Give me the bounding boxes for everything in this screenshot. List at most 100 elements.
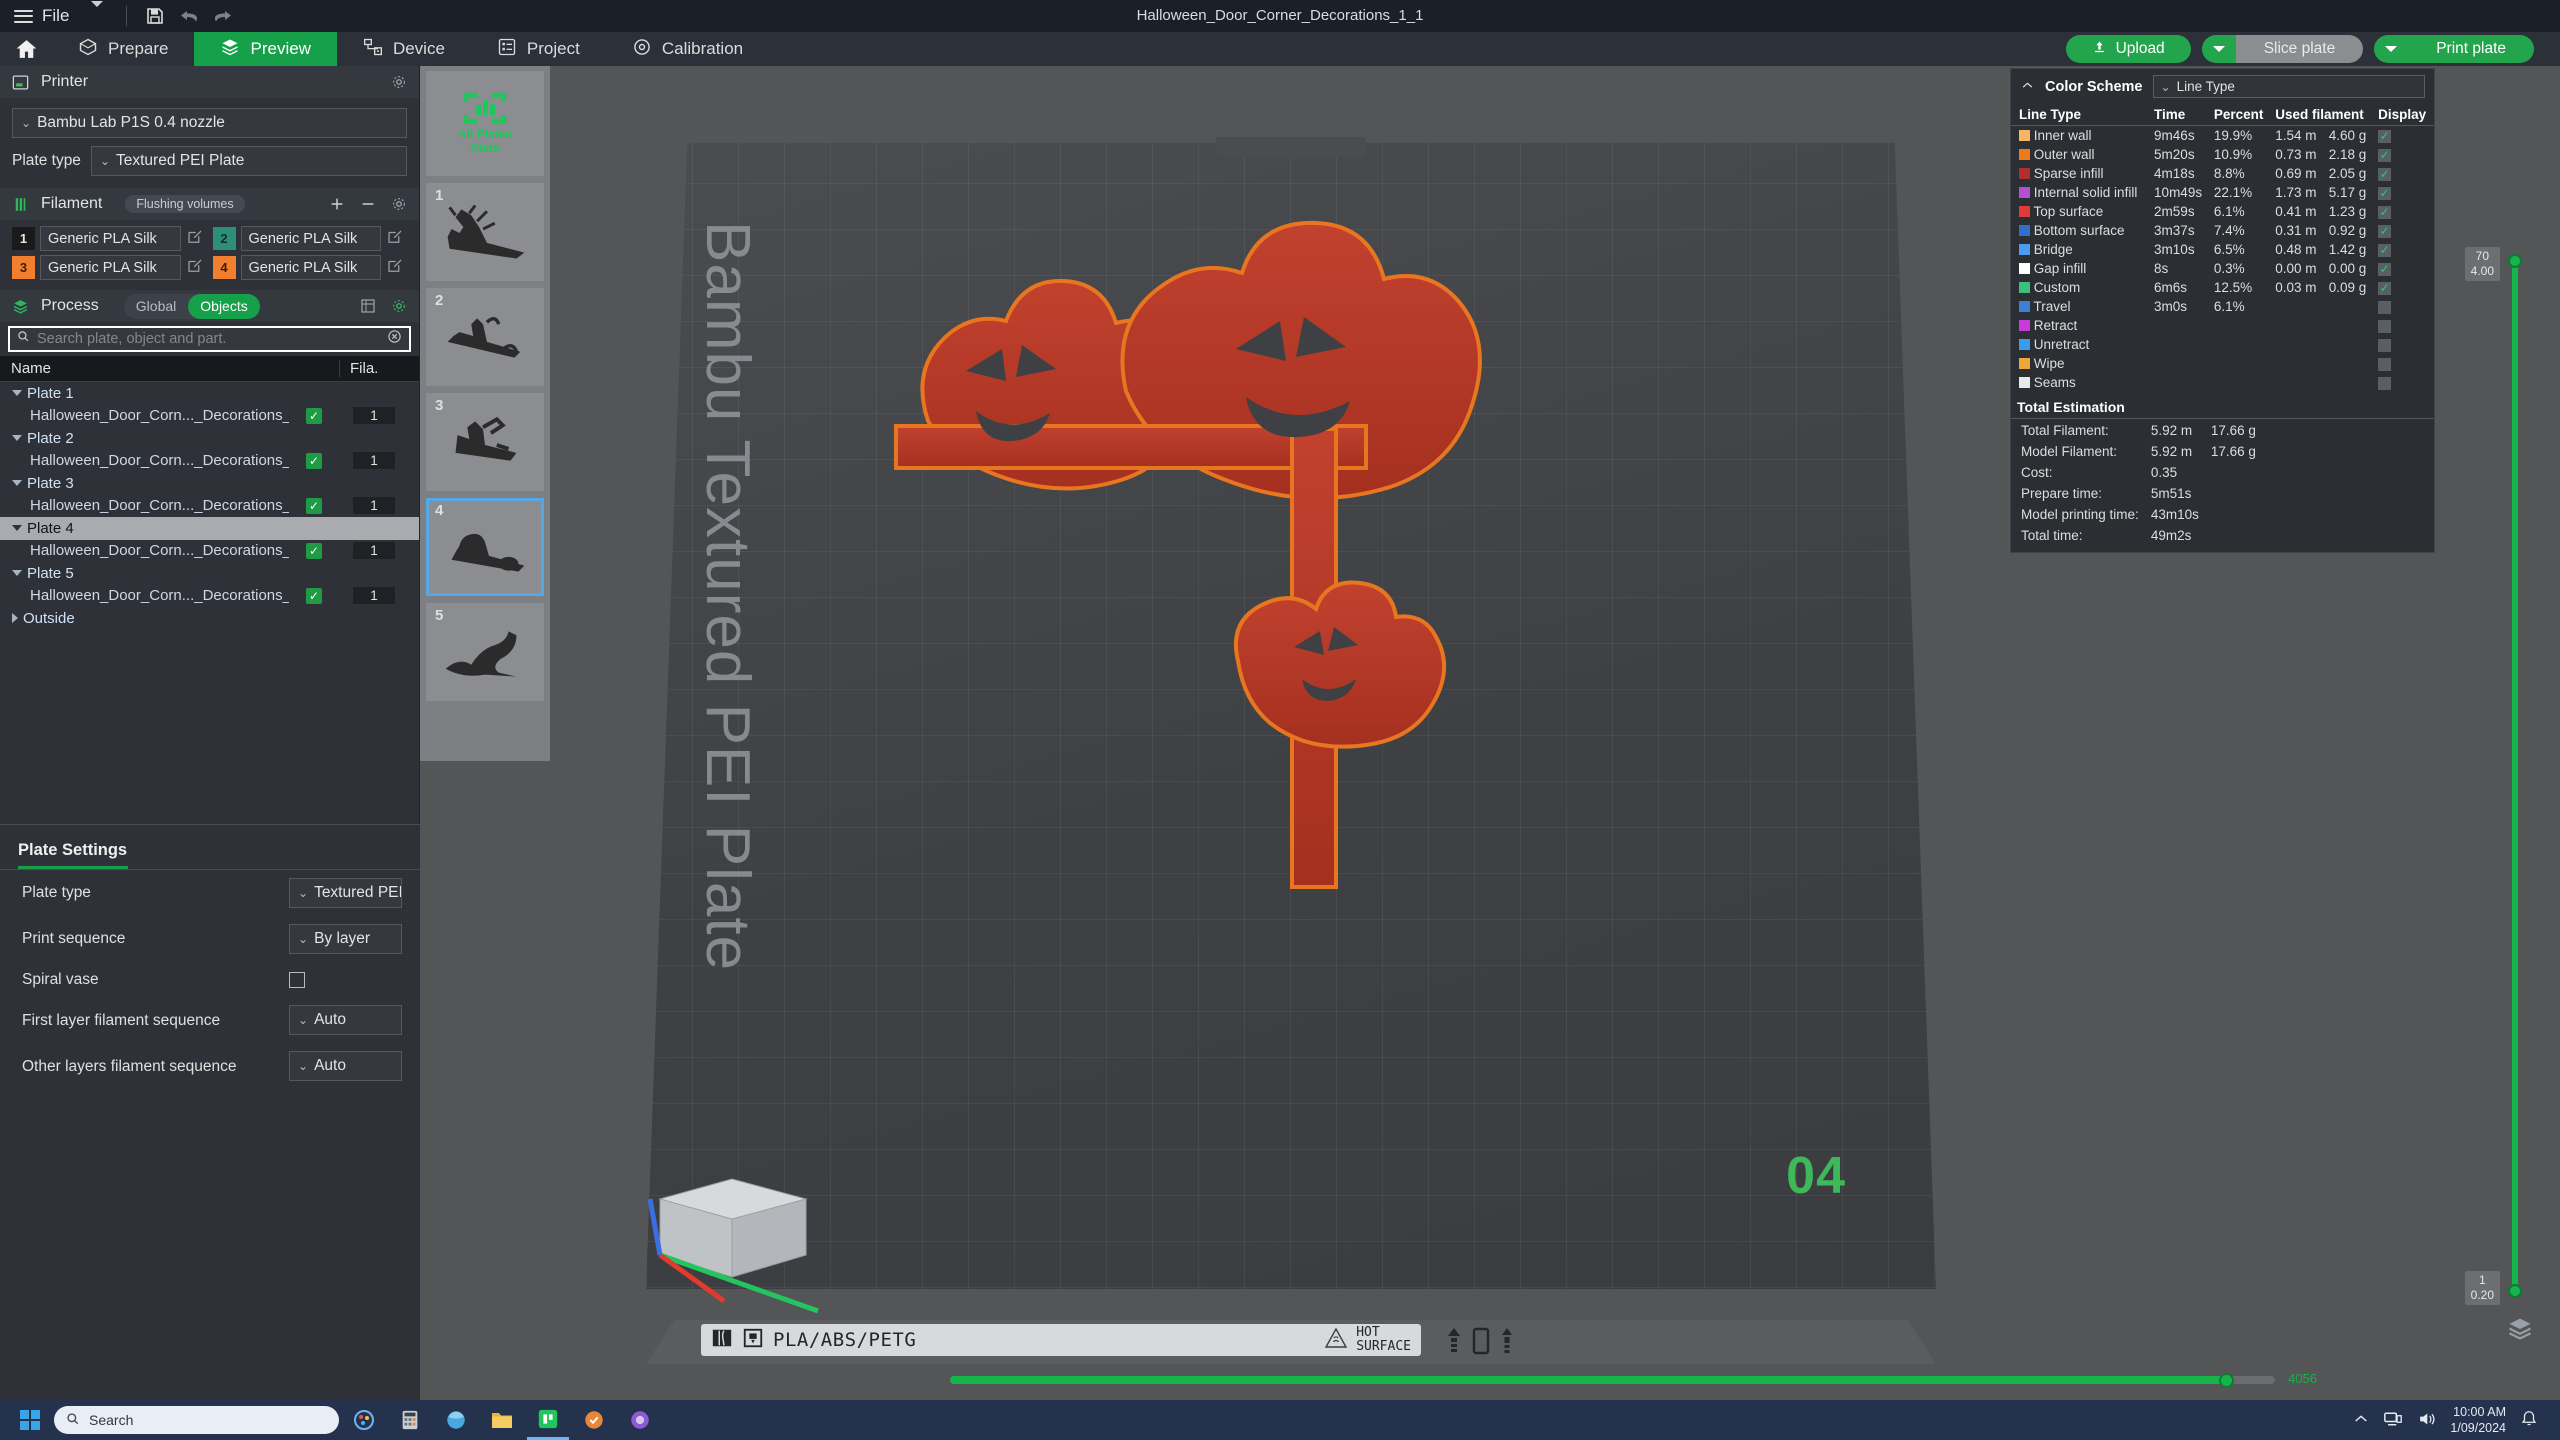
tab-device[interactable]: Device xyxy=(337,32,471,66)
legend-row[interactable]: Wipe ✓ xyxy=(2011,354,2434,373)
home-button[interactable] xyxy=(0,32,52,66)
object-filament-badge[interactable]: 1 xyxy=(353,542,395,560)
chevron-down-icon[interactable] xyxy=(12,525,22,532)
legend-display-checkbox[interactable]: ✓ xyxy=(2378,130,2392,143)
tree-plate-row[interactable]: Plate 3 xyxy=(0,472,419,495)
vertical-layer-slider[interactable]: 70 4.00 1 0.20 xyxy=(2464,247,2526,1305)
plate-thumbnail-1[interactable]: 1 xyxy=(426,183,544,281)
flushing-volumes-button[interactable]: Flushing volumes xyxy=(125,195,245,213)
legend-row[interactable]: Bridge 3m10s 6.5% 0.48 m 1.42 g ✓ xyxy=(2011,240,2434,259)
process-scope-toggle[interactable]: Global Objects xyxy=(123,293,260,319)
undo-icon[interactable] xyxy=(172,0,206,32)
object-visible-checkbox[interactable]: ✓ xyxy=(306,497,322,514)
legend-row[interactable]: Internal solid infill 10m49s 22.1% 1.73 m 5.… xyxy=(2011,183,2434,202)
slider-knob[interactable] xyxy=(2219,1373,2235,1388)
tab-project[interactable]: Project xyxy=(471,32,606,66)
search-input[interactable] xyxy=(37,331,380,347)
tree-plate-row[interactable]: Plate 1 xyxy=(0,382,419,405)
show-hidden-icons-chevron[interactable] xyxy=(2353,1413,2369,1428)
legend-row[interactable]: Bottom surface 3m37s 7.4% 0.31 m 0.92 g ✓ xyxy=(2011,221,2434,240)
filament-slot-3[interactable]: 3 Generic PLA Silk xyxy=(12,255,207,280)
taskbar-app-paint[interactable] xyxy=(343,1400,385,1440)
taskbar-clock[interactable]: 10:00 AM 1/09/2024 xyxy=(2450,1404,2506,1436)
object-visible-checkbox[interactable]: ✓ xyxy=(306,407,322,424)
taskbar-app-explorer[interactable] xyxy=(481,1400,523,1440)
edit-filament-icon[interactable] xyxy=(386,228,407,249)
taskbar-search-box[interactable]: Search xyxy=(54,1406,339,1434)
filament-slot-2[interactable]: 2 Generic PLA Silk xyxy=(212,226,408,251)
taskbar-app-browser[interactable] xyxy=(435,1400,477,1440)
edit-filament-icon[interactable] xyxy=(186,257,207,278)
tree-object-row[interactable]: Halloween_Door_Corn..._Decorations_1_5.s… xyxy=(0,585,419,608)
network-icon[interactable] xyxy=(2383,1410,2403,1431)
taskbar-app-purple[interactable] xyxy=(619,1400,661,1440)
other-layers-sequence-combo[interactable]: ⌄ Auto xyxy=(289,1051,402,1082)
legend-row[interactable]: Inner wall 9m46s 19.9% 1.54 m 4.60 g ✓ xyxy=(2011,126,2434,146)
filament-name[interactable]: Generic PLA Silk xyxy=(40,255,181,280)
plate-thumbnail-2[interactable]: 2 xyxy=(426,288,544,386)
legend-row[interactable]: Top surface 2m59s 6.1% 0.41 m 1.23 g ✓ xyxy=(2011,202,2434,221)
legend-display-checkbox[interactable]: ✓ xyxy=(2378,339,2392,352)
legend-display-checkbox[interactable]: ✓ xyxy=(2378,358,2392,371)
legend-row[interactable]: Gap infill 8s 0.3% 0.00 m 0.00 g ✓ xyxy=(2011,259,2434,278)
legend-row[interactable]: Sparse infill 4m18s 8.8% 0.69 m 2.05 g ✓ xyxy=(2011,164,2434,183)
tree-outside-row[interactable]: Outside xyxy=(0,607,419,630)
add-filament-icon[interactable] xyxy=(327,194,347,214)
layers-view-icon[interactable] xyxy=(2506,1314,2534,1342)
tab-prepare[interactable]: Prepare xyxy=(52,32,194,66)
filament-color-swatch[interactable]: 1 xyxy=(12,227,35,250)
process-scope-objects[interactable]: Objects xyxy=(188,293,260,319)
filament-slot-1[interactable]: 1 Generic PLA Silk xyxy=(12,226,207,251)
legend-row[interactable]: Custom 6m6s 12.5% 0.03 m 0.09 g ✓ xyxy=(2011,278,2434,297)
print-sequence-combo[interactable]: ⌄ By layer xyxy=(289,924,402,954)
printer-settings-gear-icon[interactable] xyxy=(389,72,409,92)
object-visible-checkbox[interactable]: ✓ xyxy=(306,452,322,469)
save-icon[interactable] xyxy=(138,0,172,32)
chevron-down-icon[interactable] xyxy=(12,390,22,397)
filament-color-swatch[interactable]: 3 xyxy=(12,256,35,279)
tab-preview[interactable]: Preview xyxy=(194,32,337,66)
filament-name[interactable]: Generic PLA Silk xyxy=(240,255,381,280)
plate-thumbnail-4[interactable]: 4 xyxy=(426,498,544,596)
legend-display-checkbox[interactable]: ✓ xyxy=(2378,187,2392,200)
legend-display-checkbox[interactable]: ✓ xyxy=(2378,149,2392,162)
remove-filament-icon[interactable] xyxy=(358,194,378,214)
tab-calibration[interactable]: Calibration xyxy=(606,32,769,66)
first-layer-sequence-combo[interactable]: ⌄ Auto xyxy=(289,1005,402,1036)
upload-button[interactable]: Upload xyxy=(2065,35,2191,63)
taskbar-app-calculator[interactable] xyxy=(389,1400,431,1440)
filament-name[interactable]: Generic PLA Silk xyxy=(240,226,381,251)
plate-thumbnail-5[interactable]: 5 xyxy=(426,603,544,701)
horizontal-moves-slider[interactable]: 4056 xyxy=(950,1371,2317,1388)
object-search-bar[interactable] xyxy=(8,326,411,352)
volume-icon[interactable] xyxy=(2417,1410,2436,1431)
edit-filament-icon[interactable] xyxy=(186,228,207,249)
filament-color-swatch[interactable]: 2 xyxy=(212,227,236,250)
edit-filament-icon[interactable] xyxy=(386,257,407,278)
taskbar-app-orange[interactable] xyxy=(573,1400,615,1440)
chevron-up-icon[interactable] xyxy=(2020,79,2035,95)
notifications-bell-icon[interactable] xyxy=(2520,1409,2538,1431)
tree-plate-row[interactable]: Plate 2 xyxy=(0,427,419,450)
legend-display-checkbox[interactable]: ✓ xyxy=(2378,244,2392,257)
legend-row[interactable]: Retract ✓ xyxy=(2011,316,2434,335)
legend-row[interactable]: Seams ✓ xyxy=(2011,373,2434,392)
legend-row[interactable]: Unretract ✓ xyxy=(2011,335,2434,354)
legend-display-checkbox[interactable]: ✓ xyxy=(2378,263,2392,276)
filament-name[interactable]: Generic PLA Silk xyxy=(40,226,181,251)
slice-plate-dropdown[interactable] xyxy=(2201,35,2236,63)
object-visible-checkbox[interactable]: ✓ xyxy=(306,542,322,559)
tree-object-row[interactable]: Halloween_Door_Corn..._Decorations_1_4.s… xyxy=(0,540,419,563)
slice-plate-button[interactable]: Slice plate xyxy=(2235,35,2364,63)
spiral-vase-checkbox[interactable] xyxy=(289,971,305,988)
process-settings-gear-icon[interactable] xyxy=(389,296,409,316)
legend-row[interactable]: Travel 3m0s 6.1% ✓ xyxy=(2011,297,2434,316)
plate-type-setting-combo[interactable]: ⌄ Textured PEI... xyxy=(289,878,402,908)
clear-search-icon[interactable] xyxy=(387,329,402,349)
filament-color-swatch[interactable]: 4 xyxy=(212,256,236,279)
legend-display-checkbox[interactable]: ✓ xyxy=(2378,282,2392,295)
legend-display-checkbox[interactable]: ✓ xyxy=(2378,206,2392,219)
filament-slot-4[interactable]: 4 Generic PLA Silk xyxy=(212,255,408,280)
object-filament-badge[interactable]: 1 xyxy=(353,452,395,470)
legend-row[interactable]: Outer wall 5m20s 10.9% 0.73 m 2.18 g ✓ xyxy=(2011,145,2434,164)
